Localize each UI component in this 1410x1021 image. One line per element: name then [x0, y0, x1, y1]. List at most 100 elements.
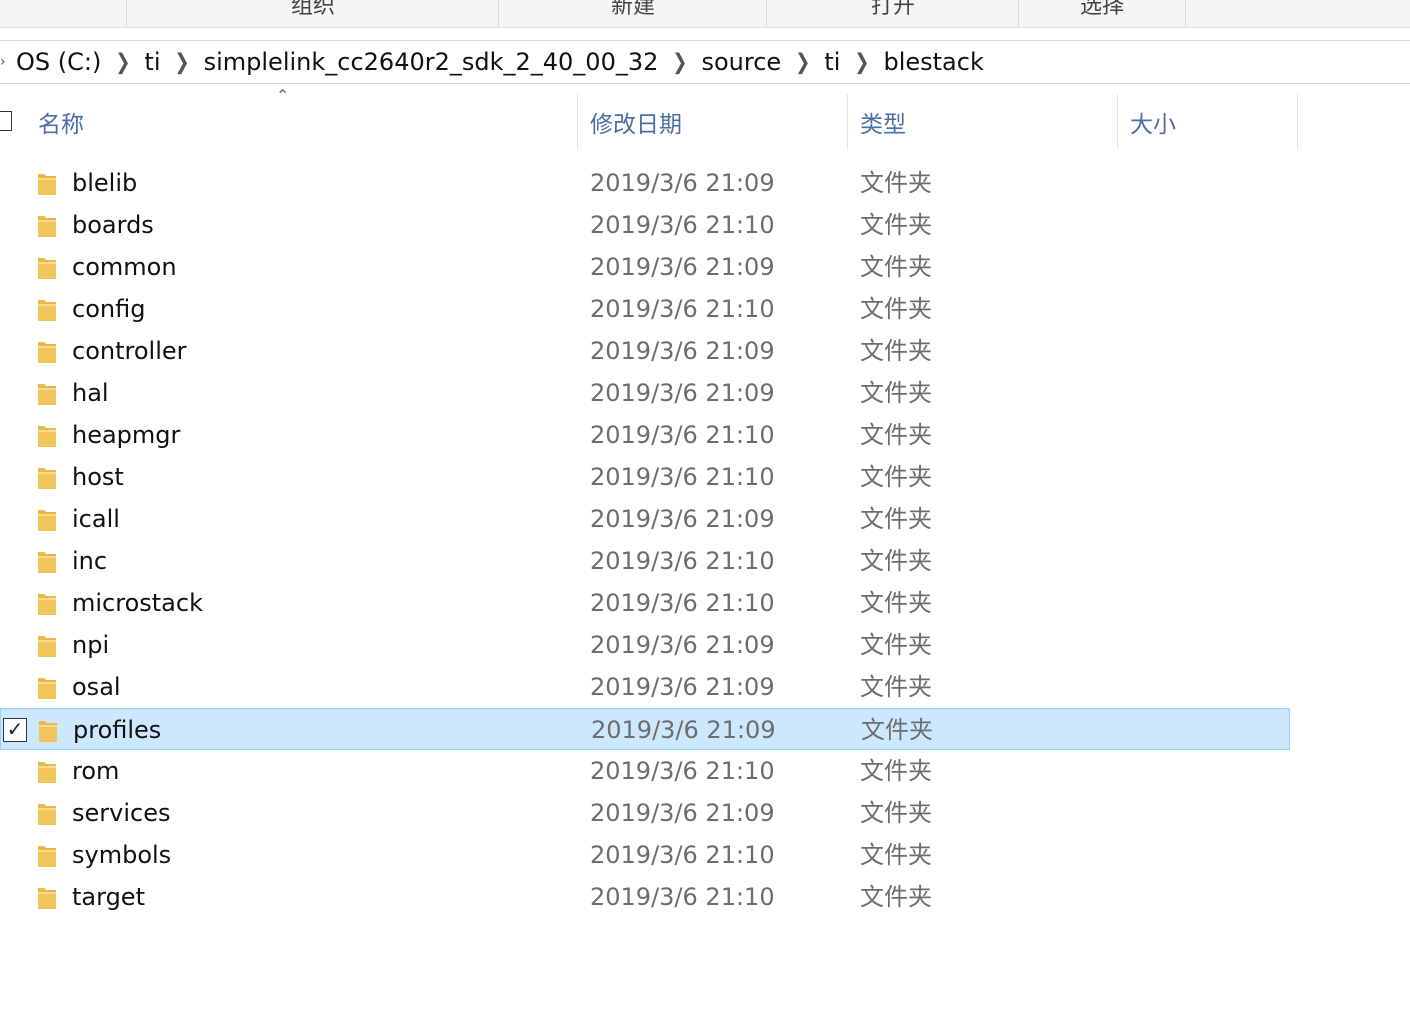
column-header-label: 大小 [1130, 112, 1176, 138]
file-row[interactable]: controller 2019/3/6 21:09 文件夹 [0, 330, 1290, 372]
file-modified-date: 2019/3/6 21:09 [590, 673, 775, 701]
folder-icon [38, 300, 56, 321]
column-header-date[interactable]: 修改日期 [578, 94, 848, 150]
file-name: microstack [72, 589, 203, 617]
file-modified-date: 2019/3/6 21:10 [590, 883, 775, 911]
chevron-right-icon[interactable]: ❯ [163, 49, 202, 74]
file-modified-date: 2019/3/6 21:09 [590, 505, 775, 533]
file-type: 文件夹 [860, 169, 932, 197]
folder-icon [38, 258, 56, 279]
file-row[interactable]: config 2019/3/6 21:10 文件夹 [0, 288, 1290, 330]
file-type: 文件夹 [860, 589, 932, 617]
folder-icon [38, 636, 56, 657]
folder-icon [38, 342, 56, 363]
file-name: inc [72, 547, 108, 575]
file-modified-date: 2019/3/6 21:09 [590, 799, 775, 827]
file-row[interactable]: symbols 2019/3/6 21:10 文件夹 [0, 834, 1290, 876]
file-name: blelib [72, 169, 138, 197]
chevron-right-icon[interactable]: ❯ [103, 49, 142, 74]
file-row[interactable]: icall 2019/3/6 21:09 文件夹 [0, 498, 1290, 540]
breadcrumb-source[interactable]: source [699, 48, 783, 76]
folder-icon [38, 468, 56, 489]
file-type: 文件夹 [860, 547, 932, 575]
file-name: icall [72, 505, 120, 533]
file-type: 文件夹 [860, 505, 932, 533]
file-modified-date: 2019/3/6 21:10 [590, 463, 775, 491]
folder-icon [38, 552, 56, 573]
ribbon-group-open[interactable]: 打开 [766, 0, 1019, 27]
file-modified-date: 2019/3/6 21:09 [590, 379, 775, 407]
file-row[interactable]: rom 2019/3/6 21:10 文件夹 [0, 750, 1290, 792]
file-row[interactable]: blelib 2019/3/6 21:09 文件夹 [0, 162, 1290, 204]
file-type: 文件夹 [860, 295, 932, 323]
file-modified-date: 2019/3/6 21:10 [590, 841, 775, 869]
breadcrumb-sdk[interactable]: simplelink_cc2640r2_sdk_2_40_00_32 [202, 48, 661, 76]
file-modified-date: 2019/3/6 21:10 [590, 589, 775, 617]
file-row[interactable]: heapmgr 2019/3/6 21:10 文件夹 [0, 414, 1290, 456]
ribbon-group-label: 选择 [1079, 0, 1124, 19]
folder-icon [38, 384, 56, 405]
folder-icon [39, 721, 57, 742]
ribbon-group-select[interactable]: 选择 [1018, 0, 1186, 27]
file-row[interactable]: ✓ profiles 2019/3/6 21:09 文件夹 [0, 708, 1290, 750]
file-modified-date: 2019/3/6 21:10 [590, 211, 775, 239]
file-modified-date: 2019/3/6 21:10 [590, 547, 775, 575]
file-modified-date: 2019/3/6 21:09 [591, 716, 776, 744]
file-row[interactable]: hal 2019/3/6 21:09 文件夹 [0, 372, 1290, 414]
file-row[interactable]: microstack 2019/3/6 21:10 文件夹 [0, 582, 1290, 624]
file-row[interactable]: npi 2019/3/6 21:09 文件夹 [0, 624, 1290, 666]
chevron-right-icon[interactable]: ❯ [783, 49, 822, 74]
file-type: 文件夹 [860, 379, 932, 407]
file-type: 文件夹 [860, 211, 932, 239]
ribbon: 组织 新建 打开 选择 [0, 0, 1410, 28]
folder-icon [38, 804, 56, 825]
breadcrumb-ti[interactable]: ti [142, 48, 162, 76]
file-type: 文件夹 [860, 883, 932, 911]
file-name: symbols [72, 841, 172, 869]
address-bar[interactable]: › OS (C:) ❯ ti ❯ simplelink_cc2640r2_sdk… [0, 40, 1410, 84]
ribbon-group-new[interactable]: 新建 [498, 0, 767, 27]
file-name: boards [72, 211, 154, 239]
breadcrumb-blestack[interactable]: blestack [881, 48, 985, 76]
column-header: ⌃ 名称 修改日期 类型 大小 [0, 86, 1300, 150]
chevron-right-icon[interactable]: ❯ [842, 49, 881, 74]
file-type: 文件夹 [860, 757, 932, 785]
breadcrumb-ti-2[interactable]: ti [822, 48, 842, 76]
file-name: heapmgr [72, 421, 181, 449]
row-checkbox[interactable]: ✓ [3, 718, 27, 742]
file-modified-date: 2019/3/6 21:09 [590, 631, 775, 659]
select-all-checkbox[interactable] [0, 111, 12, 131]
file-type: 文件夹 [860, 463, 932, 491]
column-header-label: 类型 [860, 112, 906, 138]
file-name: profiles [73, 716, 162, 744]
column-header-size[interactable]: 大小 [1118, 94, 1298, 150]
file-type: 文件夹 [860, 841, 932, 869]
column-header-type[interactable]: 类型 [848, 94, 1118, 150]
file-type: 文件夹 [860, 631, 932, 659]
folder-icon [38, 888, 56, 909]
chevron-right-icon[interactable]: › [0, 54, 14, 70]
file-name: services [72, 799, 171, 827]
file-row[interactable]: osal 2019/3/6 21:09 文件夹 [0, 666, 1290, 708]
file-name: npi [72, 631, 110, 659]
file-type: 文件夹 [860, 421, 932, 449]
breadcrumb-drive[interactable]: OS (C:) [14, 48, 103, 76]
column-header-name[interactable]: 名称 [26, 94, 578, 150]
file-name: host [72, 463, 124, 491]
file-row[interactable]: inc 2019/3/6 21:10 文件夹 [0, 540, 1290, 582]
file-row[interactable]: boards 2019/3/6 21:10 文件夹 [0, 204, 1290, 246]
chevron-right-icon[interactable]: ❯ [660, 49, 699, 74]
file-row[interactable]: common 2019/3/6 21:09 文件夹 [0, 246, 1290, 288]
file-modified-date: 2019/3/6 21:09 [590, 169, 775, 197]
ribbon-group-organize[interactable]: 组织 [126, 0, 499, 27]
file-row[interactable]: services 2019/3/6 21:09 文件夹 [0, 792, 1290, 834]
file-row[interactable]: host 2019/3/6 21:10 文件夹 [0, 456, 1290, 498]
folder-icon [38, 174, 56, 195]
folder-icon [38, 510, 56, 531]
file-list: blelib 2019/3/6 21:09 文件夹 boards 2019/3/6 21… [0, 162, 1300, 918]
file-row[interactable]: target 2019/3/6 21:10 文件夹 [0, 876, 1290, 918]
file-name: controller [72, 337, 187, 365]
folder-icon [38, 846, 56, 867]
folder-icon [38, 762, 56, 783]
file-name: common [72, 253, 177, 281]
